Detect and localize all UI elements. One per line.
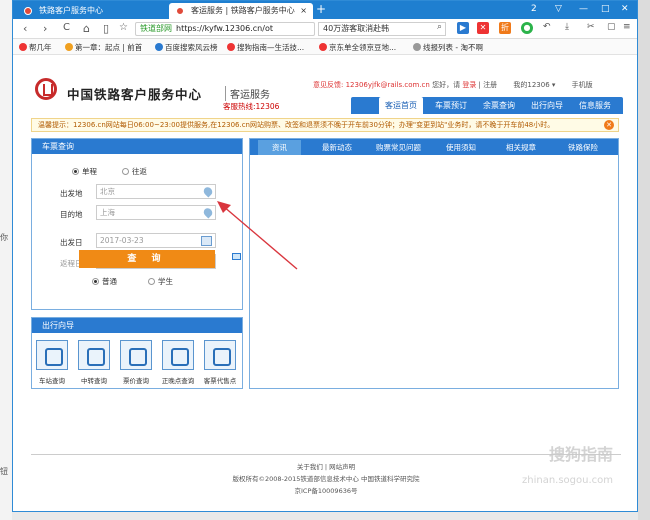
annotation-arrow (217, 201, 298, 270)
background-right-strip (638, 0, 650, 520)
watermark-text: 搜狗指南 (548, 445, 613, 464)
background-left-strip (0, 0, 12, 520)
browser-window: 铁路客户服务中心 客运服务 | 铁路客户服务中心 × + 2 ▽ — □ ✕ ‹… (12, 0, 638, 512)
watermark-url: zhinan.sogou.com (521, 475, 613, 486)
background-text: 钮 (0, 467, 8, 476)
background-text: 你 (0, 233, 8, 242)
